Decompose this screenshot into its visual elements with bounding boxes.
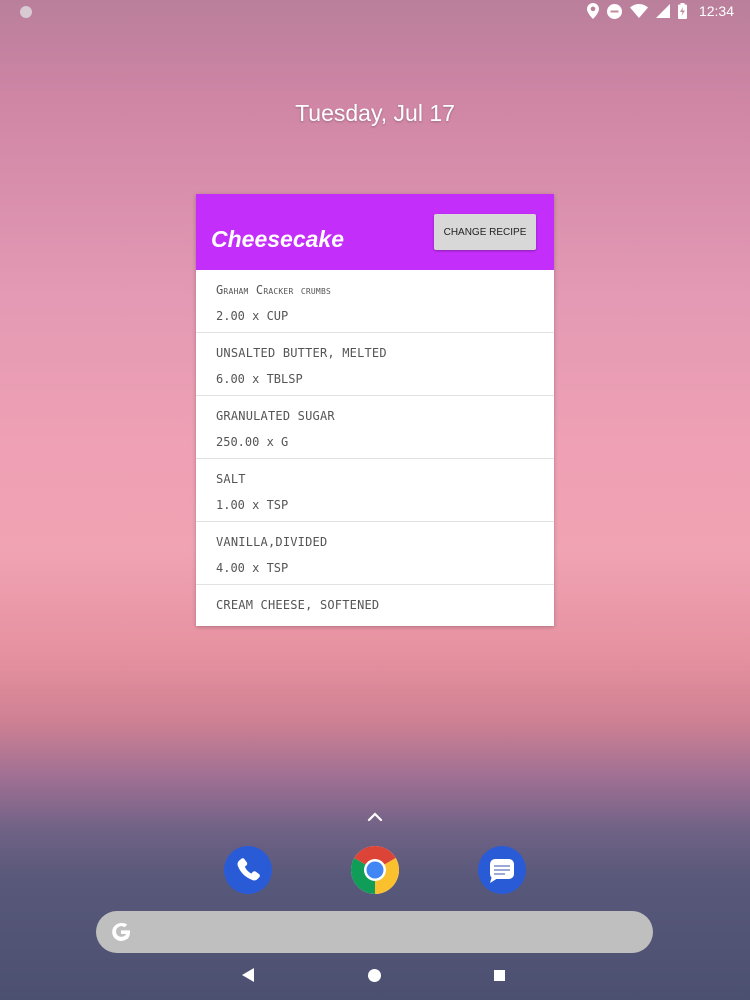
- recipe-widget: Cheesecake CHANGE RECIPE Graham Cracker …: [196, 194, 554, 626]
- google-search-bar[interactable]: [96, 911, 653, 953]
- app-drawer-caret-icon[interactable]: [366, 810, 384, 824]
- ingredient-item[interactable]: unsalted butter, melted 6.00 x TBLSP: [196, 333, 554, 396]
- ingredient-name: granulated sugar: [216, 409, 335, 423]
- ingredient-name: vanilla,divided: [216, 535, 328, 549]
- home-icon[interactable]: [368, 969, 381, 982]
- notification-dot-icon: [20, 6, 32, 18]
- cell-signal-icon: [655, 4, 670, 18]
- ingredient-quantity: 1.00 x TSP: [216, 498, 289, 512]
- ingredient-quantity: 4.00 x TSP: [216, 561, 289, 575]
- change-recipe-button[interactable]: CHANGE RECIPE: [434, 214, 536, 250]
- recents-icon[interactable]: [494, 970, 505, 981]
- messages-app-icon[interactable]: [478, 846, 526, 894]
- google-g-icon: [112, 922, 130, 941]
- ingredient-name: unsalted butter, melted: [216, 346, 387, 360]
- date-label[interactable]: Tuesday, Jul 17: [0, 100, 750, 127]
- ingredient-list[interactable]: Graham Cracker crumbs 2.00 x CUP unsalte…: [196, 270, 554, 626]
- widget-header: Cheesecake CHANGE RECIPE: [196, 194, 554, 270]
- ingredient-name: Graham Cracker crumbs: [216, 283, 331, 297]
- status-bar: 12:34: [0, 0, 750, 24]
- ingredient-quantity: 6.00 x TBLSP: [216, 372, 303, 386]
- ingredient-item[interactable]: cream cheese, softened: [196, 585, 554, 626]
- ingredient-item[interactable]: salt 1.00 x TSP: [196, 459, 554, 522]
- ingredient-name: cream cheese, softened: [216, 598, 380, 612]
- location-icon: [586, 3, 599, 19]
- back-icon[interactable]: [242, 968, 256, 982]
- ingredient-quantity: 2.00 x CUP: [216, 309, 289, 323]
- ingredient-name: salt: [216, 472, 246, 486]
- ingredient-item[interactable]: vanilla,divided 4.00 x TSP: [196, 522, 554, 585]
- navigation-bar: [0, 958, 750, 1000]
- do-not-disturb-icon: [606, 3, 622, 19]
- ingredient-quantity: 250.00 x G: [216, 435, 289, 449]
- ingredient-item[interactable]: Graham Cracker crumbs 2.00 x CUP: [196, 270, 554, 333]
- recipe-title: Cheesecake: [211, 226, 344, 252]
- phone-app-icon[interactable]: [224, 846, 272, 894]
- status-icons: 12:34: [586, 3, 734, 19]
- chrome-app-icon[interactable]: [350, 846, 400, 894]
- battery-charging-icon: [677, 3, 687, 19]
- status-time: 12:34: [698, 3, 734, 19]
- wifi-icon: [629, 4, 648, 18]
- ingredient-item[interactable]: granulated sugar 250.00 x G: [196, 396, 554, 459]
- ingredient-quantity: [216, 612, 554, 624]
